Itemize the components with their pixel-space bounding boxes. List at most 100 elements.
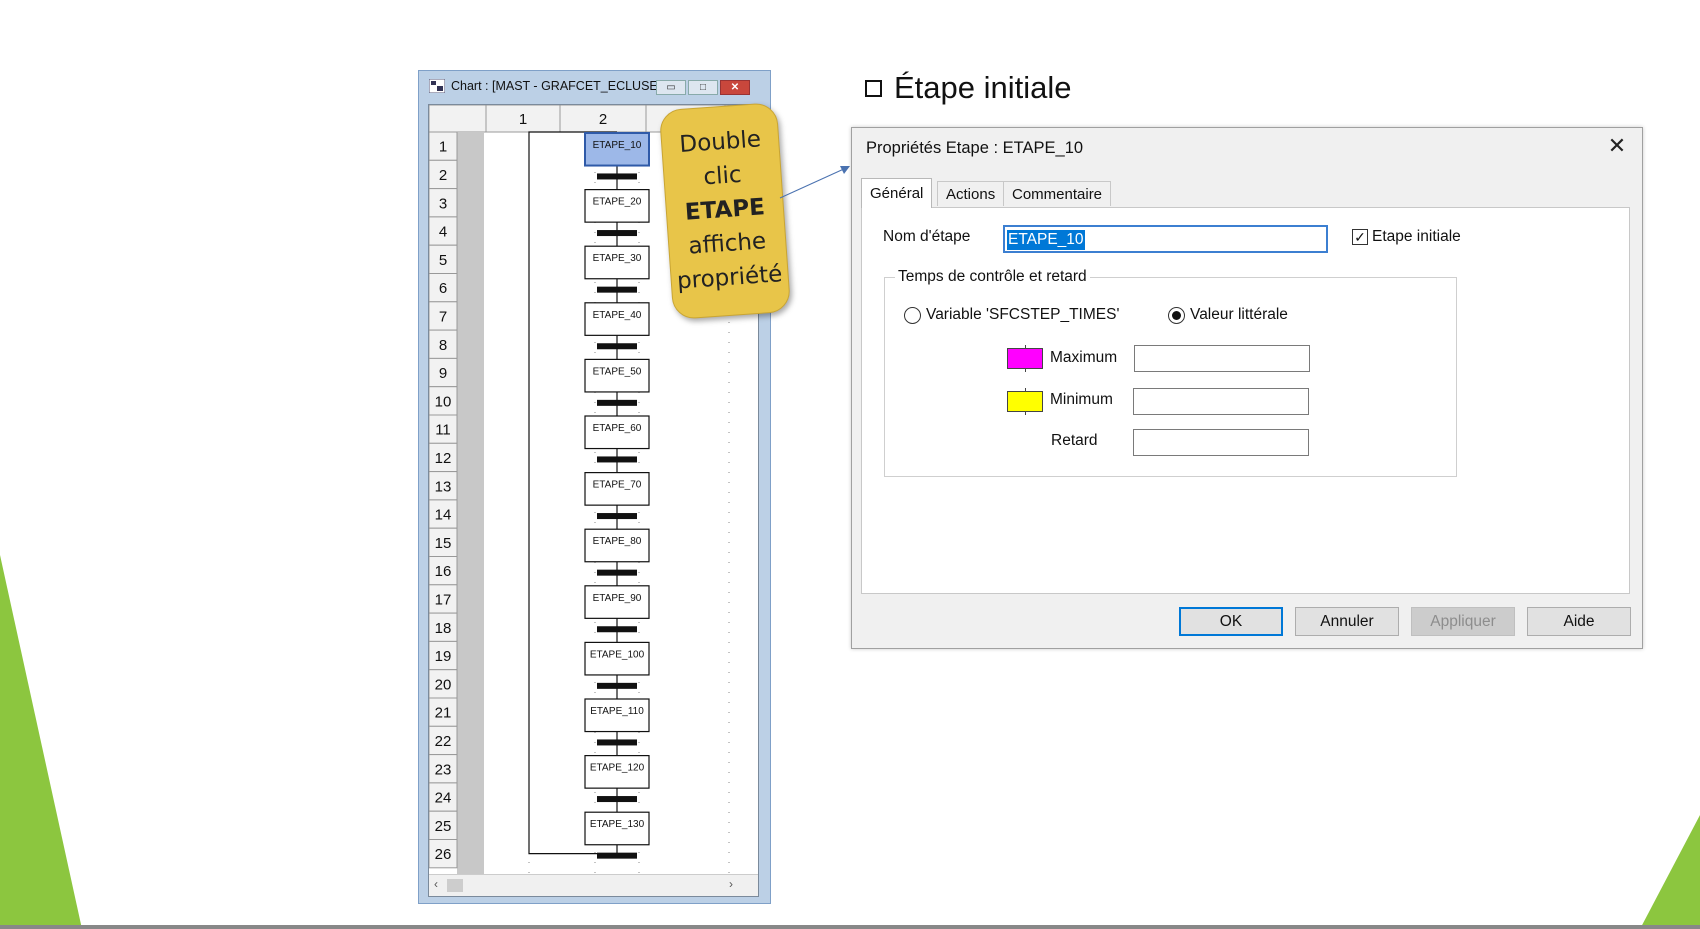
ok-button[interactable]: OK	[1179, 607, 1283, 636]
minimum-label: Minimum	[1050, 391, 1113, 408]
scroll-right-icon[interactable]: ›	[729, 877, 733, 891]
help-button[interactable]: Aide	[1527, 607, 1631, 636]
row-header-label: 11	[435, 422, 451, 439]
step-label: ETAPE_50	[593, 366, 642, 377]
chart-window-title: Chart : [MAST - GRAFCET_ECLUSE]	[451, 79, 662, 93]
gray-margin-column	[457, 132, 484, 875]
tab-comment[interactable]: Commentaire	[1003, 181, 1112, 206]
callout-note: Double clic ETAPE affiche propriété	[658, 102, 792, 320]
dialog-close-button[interactable]: ✕	[1602, 132, 1632, 160]
transition-bar	[597, 173, 637, 180]
step-label: ETAPE_30	[593, 253, 642, 264]
row-header-label: 18	[435, 620, 452, 637]
row-header-label: 22	[435, 733, 452, 750]
timing-group-box: Temps de contrôle et retard Variable 'SF…	[884, 268, 1457, 477]
row-header-label: 7	[439, 308, 447, 325]
step-name-label: Nom d'étape	[883, 228, 971, 245]
radio-literal[interactable]	[1168, 307, 1185, 324]
dialog-title: Propriétés Etape : ETAPE_10	[866, 139, 1084, 157]
step-name-input[interactable]: ETAPE_10	[1003, 225, 1328, 253]
tab-general[interactable]: Général	[861, 178, 933, 208]
initial-step-checkbox[interactable]: ✓	[1352, 229, 1368, 245]
row-header-label: 19	[435, 648, 452, 665]
maximize-button[interactable]: □	[688, 80, 718, 95]
step-label: ETAPE_110	[590, 706, 644, 717]
row-header-label: 24	[435, 790, 452, 807]
chart-close-button[interactable]: ✕	[720, 80, 750, 95]
general-tab-panel: Nom d'étape ETAPE_10 ✓ Etape initiale Te…	[861, 207, 1630, 594]
transition-bar	[597, 343, 637, 350]
step-label: ETAPE_10	[593, 140, 642, 151]
row-header-label: 17	[435, 591, 452, 608]
row-header-label: 4	[439, 224, 447, 241]
checkbox-bullet-icon	[865, 79, 882, 97]
transition-bar	[597, 626, 637, 633]
timing-group-label: Temps de contrôle et retard	[895, 268, 1090, 286]
row-header-label: 16	[435, 563, 452, 580]
step-label: ETAPE_20	[593, 197, 642, 208]
transition-bar	[597, 739, 637, 746]
step-label: ETAPE_80	[593, 536, 642, 547]
column-header-label: 2	[599, 111, 607, 128]
maximum-input[interactable]	[1134, 345, 1310, 372]
minimum-input[interactable]	[1133, 388, 1309, 415]
cancel-button[interactable]: Annuler	[1295, 607, 1399, 636]
minimize-button[interactable]: ▭	[656, 80, 686, 95]
arrow-head-icon	[840, 166, 850, 174]
scroll-thumb[interactable]	[447, 879, 463, 892]
transition-bar	[597, 399, 637, 406]
row-header-label: 3	[439, 195, 447, 212]
apply-button[interactable]: Appliquer	[1411, 607, 1515, 636]
minimize-icon: ▭	[666, 82, 676, 93]
step-label: ETAPE_130	[590, 819, 645, 830]
transition-bar	[597, 513, 637, 520]
transition-bar	[597, 852, 637, 859]
row-header-label: 26	[435, 846, 452, 863]
row-header-label: 25	[435, 818, 452, 835]
callout-line: propriété	[676, 261, 784, 295]
arrow-line	[779, 167, 847, 199]
step-label: ETAPE_40	[593, 310, 642, 321]
scroll-left-icon[interactable]: ‹	[434, 877, 438, 891]
maximum-label: Maximum	[1050, 349, 1118, 366]
maximize-icon: □	[699, 82, 707, 93]
row-header-label: 5	[439, 252, 447, 269]
row-header-label: 10	[435, 393, 452, 410]
green-triangle-left	[0, 555, 82, 929]
radio-variable-label: Variable 'SFCSTEP_TIMES'	[926, 306, 1120, 323]
step-properties-dialog: Propriétés Etape : ETAPE_10 ✕ Général Ac…	[851, 127, 1643, 649]
row-header-label: 6	[439, 280, 447, 297]
slide-title: Étape initiale	[865, 70, 1072, 106]
slide-title-text: Étape initiale	[894, 70, 1072, 105]
step-label: ETAPE_60	[593, 423, 642, 434]
chart-titlebar[interactable]: Chart : [MAST - GRAFCET_ECLUSE] ▭ □ ✕	[419, 71, 770, 101]
row-header-label: 20	[435, 676, 452, 693]
row-header-label: 15	[435, 535, 452, 552]
horizontal-scrollbar[interactable]: ‹ ›	[429, 874, 758, 896]
transition-bar	[597, 286, 637, 293]
row-header-label: 12	[435, 450, 452, 467]
radio-variable[interactable]	[904, 307, 921, 324]
minimum-color-swatch	[1007, 388, 1043, 415]
step-label: ETAPE_100	[590, 649, 645, 660]
transition-bar	[597, 456, 637, 463]
row-header-label: 8	[439, 337, 447, 354]
transition-bar	[597, 569, 637, 576]
radio-literal-label: Valeur littérale	[1190, 306, 1288, 323]
green-triangle-right	[1640, 815, 1700, 929]
row-header-label: 23	[435, 761, 452, 778]
row-header-label: 13	[435, 478, 452, 495]
maximum-color-swatch	[1007, 345, 1043, 372]
transition-bar	[597, 682, 637, 689]
row-header-label: 9	[439, 365, 447, 382]
row-header-label: 2	[439, 167, 447, 184]
close-icon: ✕	[1607, 133, 1627, 158]
tab-actions[interactable]: Actions	[937, 181, 1005, 206]
row-header-label: 1	[439, 139, 447, 156]
step-label: ETAPE_90	[593, 593, 642, 604]
checkmark-icon: ✓	[1354, 229, 1366, 245]
transition-bar	[597, 230, 637, 237]
slide-bottom-line	[0, 925, 1700, 929]
delay-label: Retard	[1051, 432, 1098, 449]
delay-input[interactable]	[1133, 429, 1309, 456]
